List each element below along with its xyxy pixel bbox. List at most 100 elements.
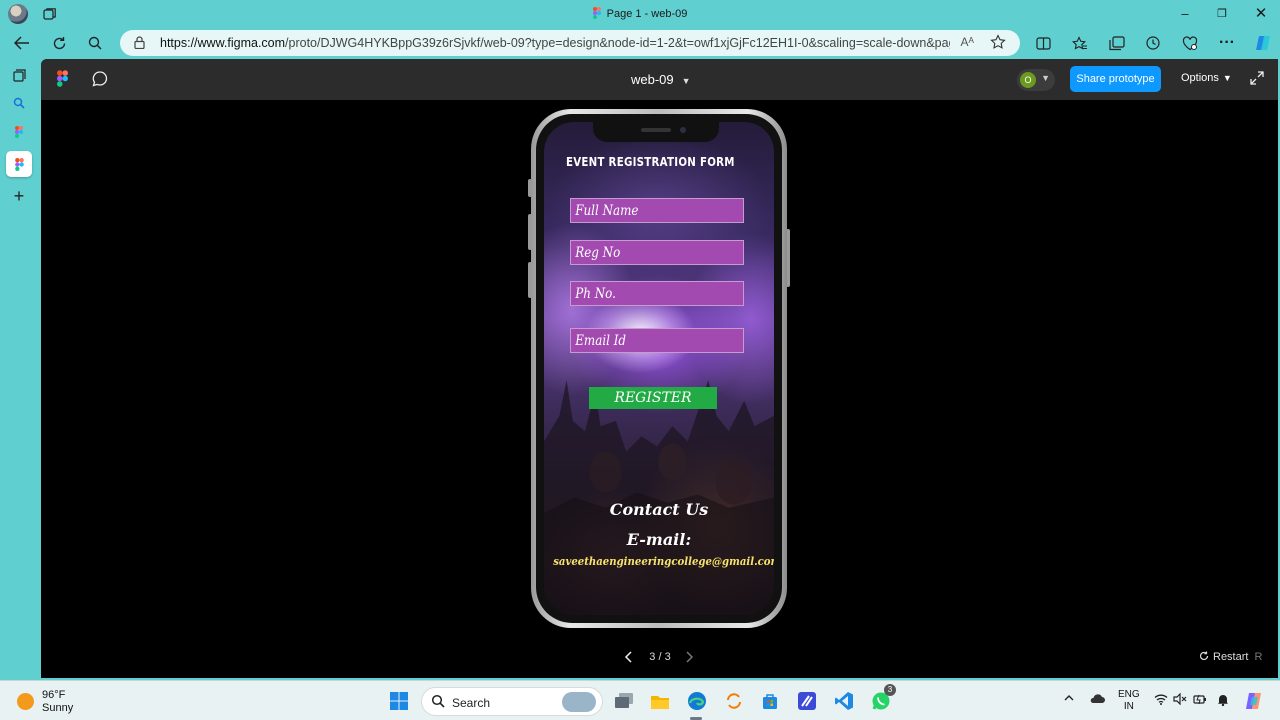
task-view-button[interactable] <box>612 689 636 713</box>
volume-button[interactable] <box>1173 692 1187 708</box>
full-name-input[interactable] <box>571 199 718 222</box>
phone-number-field[interactable] <box>570 281 744 306</box>
copilot-button[interactable] <box>1251 32 1275 54</box>
phone-mockup: EVENT REGISTRATION FORM REGISTER Contact… <box>531 109 787 628</box>
register-button[interactable]: REGISTER <box>589 387 717 409</box>
show-hidden-icons-button[interactable] <box>1064 693 1074 705</box>
full-name-field[interactable] <box>570 198 744 223</box>
restart-icon <box>1199 651 1209 661</box>
sidebar-figma-pinned[interactable] <box>8 121 30 143</box>
app-orange-button[interactable] <box>722 689 746 713</box>
search-icon <box>88 36 102 50</box>
editor-app-button[interactable] <box>795 689 819 713</box>
history-button[interactable] <box>1141 32 1165 54</box>
comment-icon[interactable] <box>91 70 109 88</box>
figma-icon <box>14 157 24 171</box>
maximize-button[interactable]: ❐ <box>1208 4 1236 24</box>
notification-badge: 3 <box>884 684 896 696</box>
task-view-icon <box>615 693 633 708</box>
fullscreen-icon[interactable] <box>1250 71 1264 85</box>
options-menu[interactable]: Options ▼ <box>1181 72 1232 84</box>
figma-prototype-viewer: web-09 ▼ O ▼ Share prototype Options ▼ EVEN… <box>41 59 1278 678</box>
edge-button[interactable] <box>685 689 709 713</box>
wifi-icon <box>1154 694 1168 705</box>
search-label: Search <box>452 696 491 710</box>
volume-muted-icon <box>1173 692 1187 706</box>
figma-favicon-icon <box>592 7 601 19</box>
heart-pulse-icon <box>1182 35 1198 50</box>
language-code: ENG <box>1118 689 1140 700</box>
wifi-button[interactable] <box>1154 693 1168 708</box>
sidebar-add-button[interactable]: + <box>8 185 30 207</box>
search-icon <box>431 694 445 708</box>
read-aloud-button[interactable]: Aᴬ <box>961 35 974 49</box>
lock-icon[interactable] <box>134 36 145 49</box>
previous-frame-icon[interactable] <box>623 650 635 664</box>
chevron-down-icon: ▼ <box>1222 73 1232 83</box>
restart-button[interactable]: Restart R <box>1199 651 1262 663</box>
start-button[interactable] <box>387 689 411 713</box>
weather-condition: Sunny <box>42 702 74 714</box>
user-avatar: O <box>1020 72 1036 88</box>
restart-label: Restart <box>1213 651 1249 663</box>
browser-essentials-button[interactable] <box>1178 32 1202 54</box>
phone-screen: EVENT REGISTRATION FORM REGISTER Contact… <box>544 122 774 615</box>
onedrive-button[interactable] <box>1089 693 1105 707</box>
battery-charging-icon <box>1193 694 1206 705</box>
collections-icon <box>1109 35 1125 50</box>
next-frame-icon[interactable] <box>683 650 695 664</box>
windows-taskbar: 96°F Sunny Search 3 ENG IN <box>0 680 1280 720</box>
email-id-field[interactable] <box>570 328 744 353</box>
minimize-button[interactable]: – <box>1171 4 1199 24</box>
bell-icon <box>1218 695 1228 707</box>
file-name: web-09 <box>631 72 674 87</box>
sidebar-search[interactable] <box>8 92 30 114</box>
weather-temperature: 96°F <box>42 689 66 701</box>
options-label: Options <box>1181 72 1219 84</box>
history-icon <box>1146 36 1160 50</box>
windows-logo-icon <box>390 692 408 710</box>
address-bar[interactable]: https://www.figma.com/proto/DJWG4HYKBppG… <box>120 30 1020 56</box>
favorite-star-icon[interactable] <box>990 34 1006 50</box>
refresh-button[interactable] <box>47 32 71 54</box>
restart-shortcut: R <box>1254 651 1263 663</box>
contact-us-heading: Contact Us <box>609 500 709 519</box>
phone-notch <box>593 122 719 142</box>
back-button[interactable] <box>10 32 34 54</box>
microsoft-store-button[interactable] <box>758 689 782 713</box>
collections-button[interactable] <box>1105 32 1129 54</box>
pen-app-icon <box>798 692 816 710</box>
file-name-menu[interactable]: web-09 ▼ <box>631 72 691 87</box>
chevron-up-icon <box>1064 695 1074 701</box>
sun-icon <box>17 693 34 710</box>
notifications-button[interactable] <box>1217 693 1229 709</box>
search-icon <box>13 97 25 109</box>
sidebar-figma-active[interactable] <box>6 151 32 177</box>
vscode-button[interactable] <box>832 689 856 713</box>
file-explorer-button[interactable] <box>648 689 672 713</box>
share-prototype-button[interactable]: Share prototype <box>1070 66 1161 92</box>
split-screen-icon <box>1035 36 1051 50</box>
taskbar-search[interactable]: Search <box>421 687 603 716</box>
user-menu[interactable]: O ▼ <box>1017 69 1055 91</box>
phone-number-input[interactable] <box>571 282 718 305</box>
sidebar-tab-actions[interactable] <box>8 64 30 86</box>
figma-logo-icon[interactable] <box>57 70 68 87</box>
whatsapp-button[interactable]: 3 <box>869 684 896 713</box>
favorites-button[interactable] <box>1068 32 1092 54</box>
battery-button[interactable] <box>1193 693 1207 708</box>
url-text[interactable]: https://www.figma.com/proto/DJWG4HYKBppG… <box>160 36 950 50</box>
copilot-taskbar-button[interactable] <box>1242 689 1266 713</box>
split-screen-button[interactable] <box>1031 32 1055 54</box>
chevron-down-icon: ▼ <box>681 76 691 86</box>
copilot-icon <box>1256 36 1270 50</box>
reg-no-input[interactable] <box>571 241 718 264</box>
window-title: Page 1 - web-09 <box>0 7 1280 20</box>
window-title-text: Page 1 - web-09 <box>606 8 688 20</box>
close-window-button[interactable]: ✕ <box>1247 4 1275 24</box>
email-id-input[interactable] <box>571 329 718 352</box>
language-indicator[interactable]: ENG IN <box>1118 689 1140 713</box>
more-menu-button[interactable]: ··· <box>1215 32 1239 54</box>
search-button[interactable] <box>83 32 107 54</box>
reg-no-field[interactable] <box>570 240 744 265</box>
